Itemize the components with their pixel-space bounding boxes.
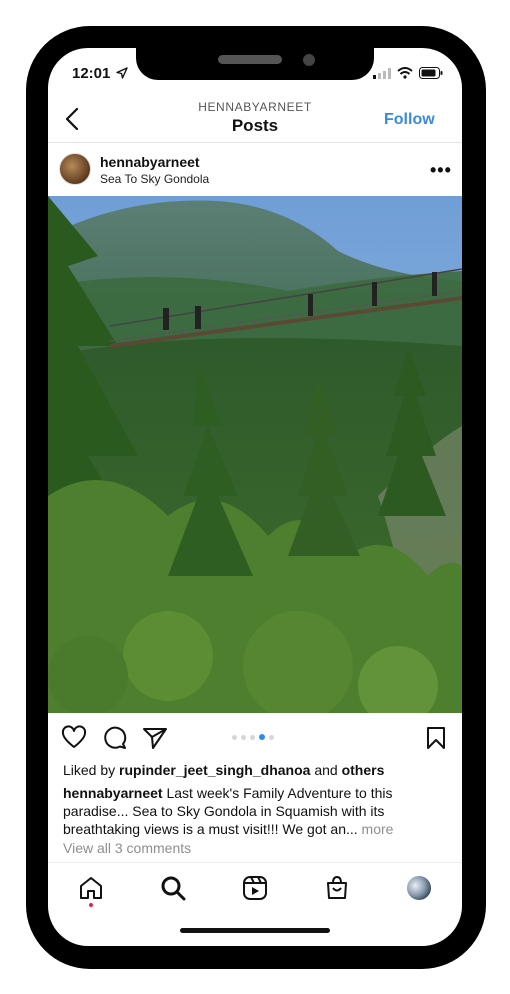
carousel-dot [269, 734, 274, 740]
liked-by-others[interactable]: others [342, 762, 385, 778]
caption-more-link[interactable]: more [362, 821, 394, 837]
cellular-signal-icon [373, 67, 391, 79]
nav-divider [48, 862, 462, 863]
location-arrow-icon [116, 67, 128, 79]
reels-icon[interactable] [242, 875, 268, 901]
more-options-icon[interactable]: ••• [430, 160, 452, 181]
shop-icon[interactable] [324, 875, 350, 901]
share-send-icon[interactable] [142, 725, 168, 751]
like-heart-icon[interactable] [61, 725, 87, 751]
back-button[interactable] [62, 106, 84, 132]
likes-prefix: Liked by [63, 762, 116, 778]
search-icon[interactable] [160, 875, 186, 901]
notch [136, 48, 374, 80]
profile-avatar[interactable] [407, 876, 431, 900]
view-comments-link[interactable]: View all 3 comments [63, 840, 191, 856]
header-account-name: HENNABYARNEET [198, 100, 312, 114]
carousel-dot [250, 734, 255, 740]
caption-username[interactable]: hennabyarneet [63, 785, 163, 801]
carousel-dot [232, 734, 237, 740]
liked-by-username[interactable]: rupinder_jeet_singh_dhanoa [119, 762, 310, 778]
likes-summary[interactable]: Liked by rupinder_jeet_singh_dhanoa and … [63, 762, 384, 778]
home-notification-dot [89, 903, 93, 907]
page-title: Posts [231, 116, 279, 135]
carousel-indicator [232, 734, 274, 740]
status-time: 12:01 [72, 65, 111, 82]
home-icon[interactable] [78, 875, 104, 901]
post-author-username[interactable]: hennabyarneet [100, 154, 200, 170]
follow-button[interactable]: Follow [384, 111, 435, 129]
wifi-icon [397, 67, 413, 79]
carousel-dot [241, 734, 246, 740]
battery-icon [419, 67, 443, 79]
post-author-avatar[interactable] [59, 153, 91, 185]
post-photo[interactable] [48, 196, 462, 713]
carousel-dot-active [259, 734, 265, 740]
home-indicator [180, 928, 330, 933]
post-location[interactable]: Sea To Sky Gondola [100, 172, 209, 186]
likes-and: and [314, 762, 338, 778]
comment-icon[interactable] [102, 725, 128, 751]
front-camera [303, 54, 315, 66]
status-indicators [373, 67, 443, 79]
speaker [218, 55, 282, 64]
header-divider [48, 142, 462, 143]
bookmark-save-icon[interactable] [423, 725, 449, 751]
post-caption: hennabyarneet Last week's Family Adventu… [63, 784, 413, 838]
